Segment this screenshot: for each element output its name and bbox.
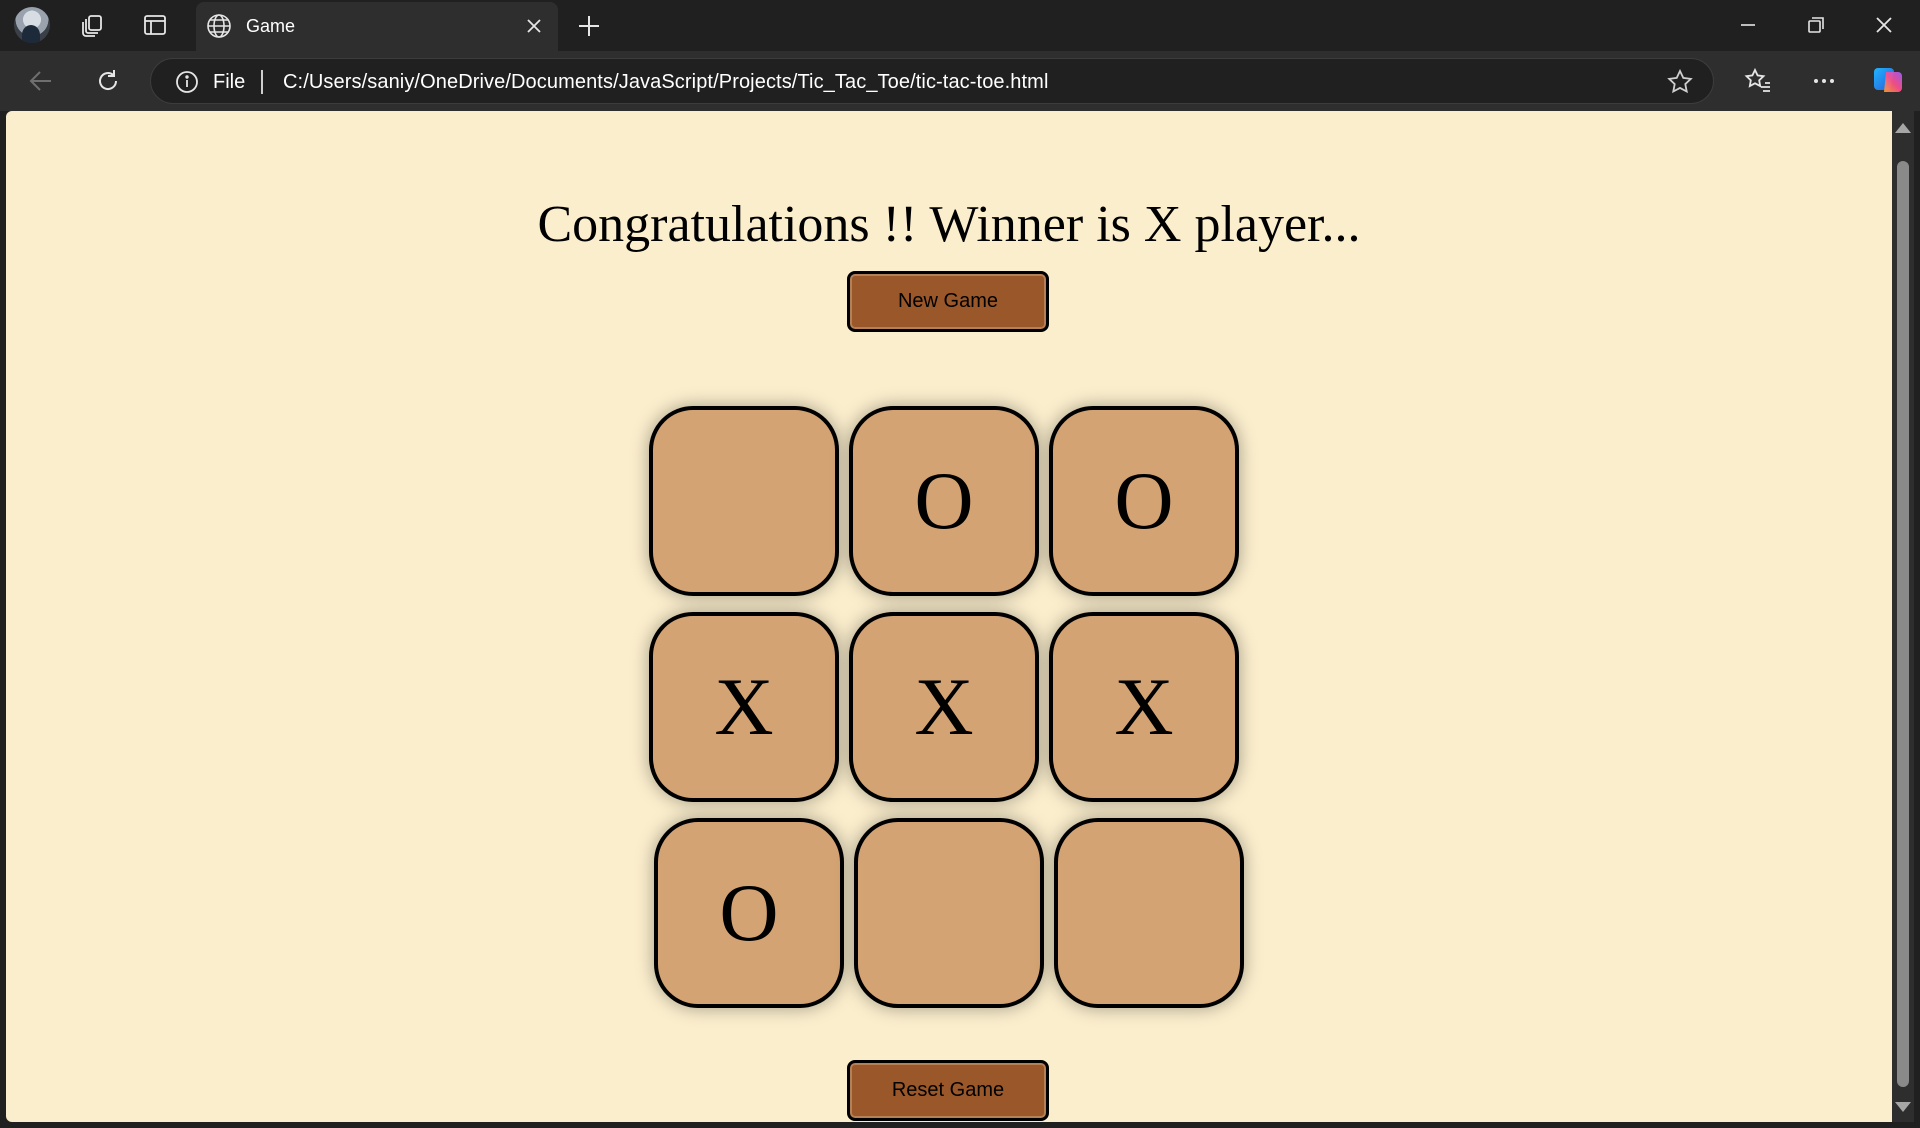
- favorites-icon[interactable]: [1741, 64, 1775, 98]
- browser-title-bar: Game: [0, 0, 1920, 51]
- back-arrow-icon[interactable]: [24, 64, 58, 98]
- globe-icon: [206, 13, 232, 39]
- board-cell[interactable]: X: [849, 612, 1039, 802]
- board-cell[interactable]: [649, 406, 839, 596]
- board-cell[interactable]: O: [654, 818, 844, 1008]
- board-cell[interactable]: X: [1049, 612, 1239, 802]
- board-cell[interactable]: O: [849, 406, 1039, 596]
- scroll-thumb[interactable]: [1897, 161, 1909, 1087]
- tab-game[interactable]: Game: [196, 2, 558, 51]
- workspaces-icon[interactable]: [79, 12, 107, 38]
- refresh-icon[interactable]: [91, 64, 125, 98]
- board-cell[interactable]: O: [1049, 406, 1239, 596]
- address-scheme: File: [213, 71, 246, 93]
- more-options-icon[interactable]: [1807, 64, 1841, 98]
- reset-game-button[interactable]: Reset Game: [847, 1060, 1049, 1121]
- address-separator: [261, 70, 263, 94]
- new-tab-icon[interactable]: [574, 11, 604, 41]
- scroll-up-arrow-icon[interactable]: [1895, 123, 1911, 133]
- tab-title: Game: [246, 16, 296, 36]
- page-viewport: Congratulations !! Winner is X player...…: [6, 111, 1892, 1122]
- browser-toolbar: File C:/Users/saniy/OneDrive/Documents/J…: [0, 51, 1920, 111]
- close-tab-icon[interactable]: [522, 14, 546, 38]
- address-bar[interactable]: File C:/Users/saniy/OneDrive/Documents/J…: [150, 58, 1714, 104]
- minimize-icon[interactable]: [1728, 8, 1768, 42]
- scroll-down-arrow-icon[interactable]: [1895, 1102, 1911, 1112]
- vertical-tabs-icon[interactable]: [141, 12, 169, 38]
- page-scrollbar[interactable]: [1892, 111, 1914, 1122]
- restore-icon[interactable]: [1796, 8, 1836, 42]
- winner-message: Congratulations !! Winner is X player...: [537, 196, 1361, 253]
- board-cell[interactable]: [1054, 818, 1244, 1008]
- close-window-icon[interactable]: [1864, 8, 1904, 42]
- board-cell[interactable]: X: [649, 612, 839, 802]
- board-cell[interactable]: [854, 818, 1044, 1008]
- copilot-icon[interactable]: [1870, 62, 1906, 98]
- favorite-star-icon[interactable]: [1667, 68, 1693, 95]
- info-icon[interactable]: [175, 70, 199, 94]
- address-url[interactable]: C:/Users/saniy/OneDrive/Documents/JavaSc…: [283, 71, 1048, 94]
- new-game-button[interactable]: New Game: [847, 271, 1049, 332]
- profile-avatar[interactable]: [14, 7, 50, 43]
